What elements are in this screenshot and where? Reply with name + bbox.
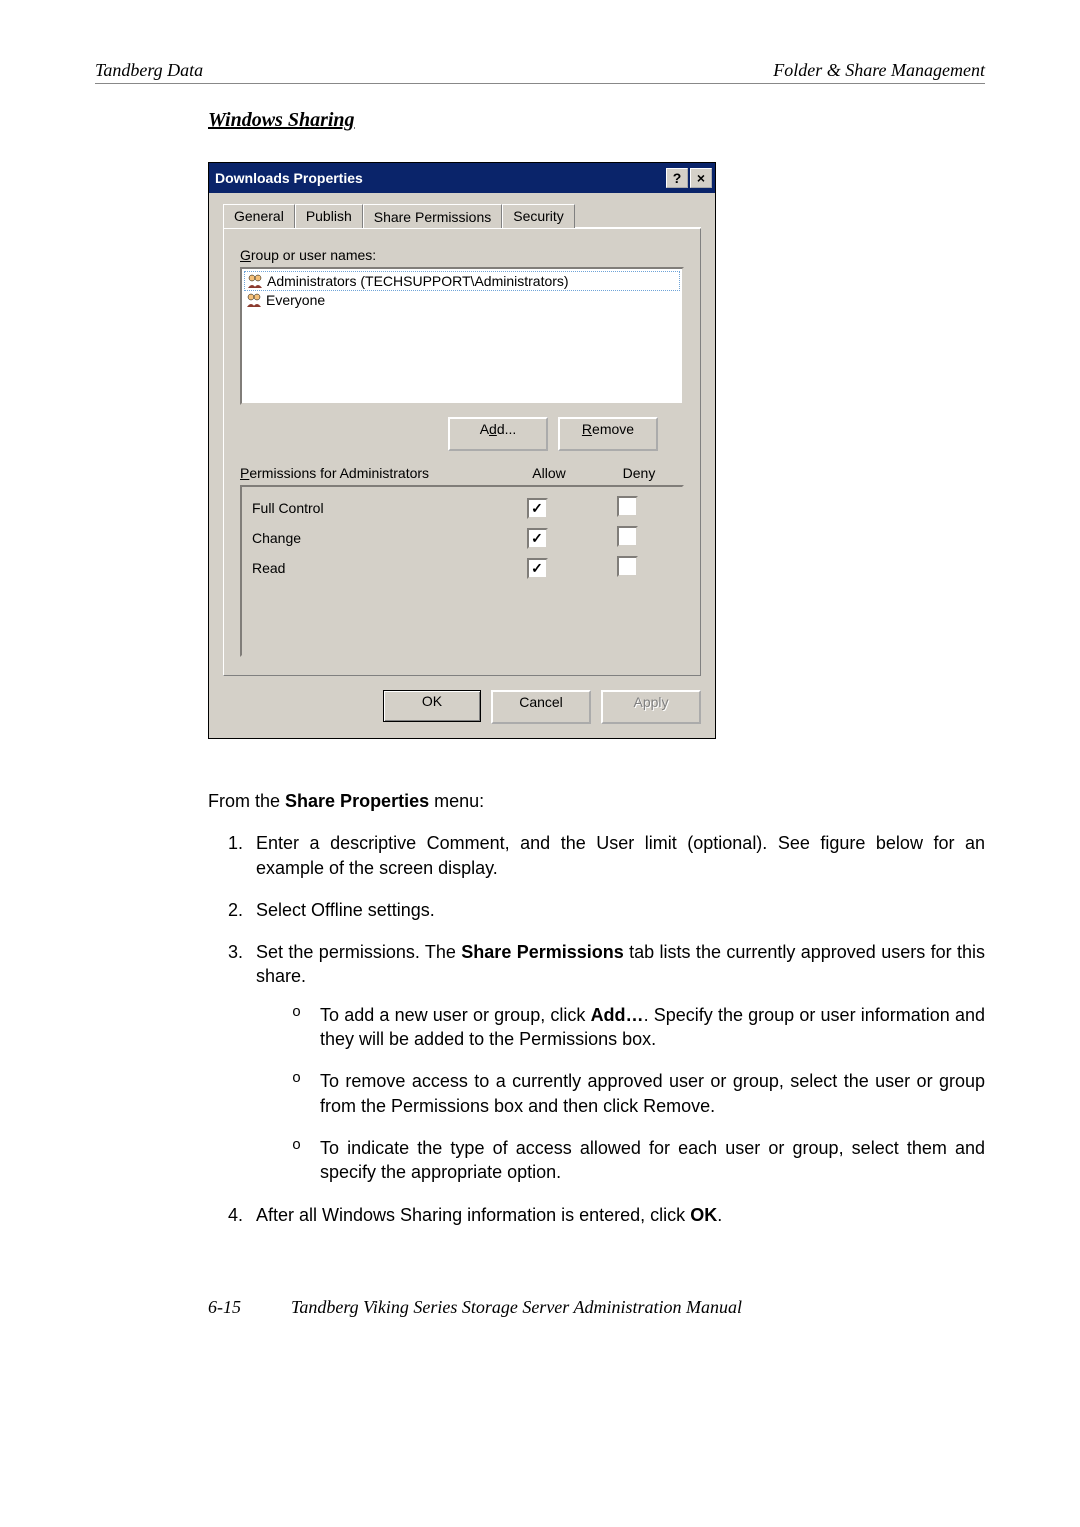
btn-text: emove [592,421,634,437]
text-bold: Add… [591,1005,644,1025]
perm-row-read: Read ✓ [246,553,678,583]
users-icon [247,273,263,289]
remove-button[interactable]: Remove [558,417,658,451]
text: menu: [429,791,484,811]
list-item: To remove access to a currently approved… [292,1069,985,1118]
text: From the [208,791,285,811]
permissions-header: Permissions for Administrators Allow Den… [240,465,684,481]
cancel-button[interactable]: Cancel [491,690,591,724]
list-item: To indicate the type of access allowed f… [292,1136,985,1185]
list-item: To add a new user or group, click Add…. … [292,1003,985,1052]
section-title: Windows Sharing [208,109,985,132]
close-icon[interactable]: × [690,168,712,188]
users-icon [246,292,262,308]
text: Set the permissions. The [256,942,461,962]
text: . [717,1205,722,1225]
allow-change-checkbox[interactable]: ✓ [527,528,548,549]
perm-header-mnemonic: P [240,465,249,481]
ok-button[interactable]: OK [383,690,481,722]
col-allow: Allow [504,465,594,481]
btn-mnemonic: R [582,421,592,437]
permissions-box: Full Control ✓ Change ✓ Read ✓ [240,485,684,657]
group-user-listbox[interactable]: Administrators (TECHSUPPORT\Administrato… [240,267,684,405]
text-bold: OK [690,1205,717,1225]
dialog-title: Downloads Properties [215,170,363,186]
group-or-user-label: Group or user names: [240,247,684,263]
apply-button: Apply [601,690,701,724]
header-divider [95,83,985,84]
user-item-label: Administrators (TECHSUPPORT\Administrato… [267,273,569,289]
text-bold: Share Permissions [461,942,623,962]
perm-name: Full Control [252,500,492,516]
deny-change-checkbox[interactable] [617,526,638,547]
list-item: Select Offline settings. [248,898,985,922]
tab-general[interactable]: General [223,204,295,228]
document-body: From the Share Properties menu: Enter a … [208,789,985,1227]
deny-read-checkbox[interactable] [617,556,638,577]
add-button[interactable]: Add... [448,417,548,451]
user-item-label: Everyone [266,292,325,308]
header-left: Tandberg Data [95,60,203,81]
deny-full-checkbox[interactable] [617,496,638,517]
header-right: Folder & Share Management [773,60,985,81]
page-footer: 6-15 Tandberg Viking Series Storage Serv… [208,1297,985,1318]
list-item: Set the permissions. The Share Permissio… [248,940,985,1184]
downloads-properties-dialog: Downloads Properties ? × General Publish… [208,162,716,739]
tab-strip: General Publish Share Permissions Securi… [223,203,701,228]
group-label-mnemonic: G [240,247,251,263]
intro-line: From the Share Properties menu: [208,789,985,813]
list-item: After all Windows Sharing information is… [248,1203,985,1227]
perm-name: Change [252,530,492,546]
dialog-titlebar: Downloads Properties ? × [209,163,715,193]
footer-title: Tandberg Viking Series Storage Server Ad… [291,1297,742,1318]
page-number: 6-15 [208,1297,241,1318]
allow-read-checkbox[interactable]: ✓ [527,558,548,579]
tab-panel: Group or user names: Administrators (TEC… [223,228,701,676]
btn-mnemonic: d [489,421,497,437]
btn-text: A [480,421,489,437]
ordered-list: Enter a descriptive Comment, and the Use… [208,831,985,1227]
list-item: Enter a descriptive Comment, and the Use… [248,831,985,880]
perm-row-change: Change ✓ [246,523,678,553]
text: To add a new user or group, click [320,1005,591,1025]
tab-share-permissions[interactable]: Share Permissions [363,204,503,228]
perm-header-text: ermissions for Administrators [249,465,429,481]
allow-full-checkbox[interactable]: ✓ [527,498,548,519]
sub-list: To add a new user or group, click Add…. … [256,1003,985,1185]
text: After all Windows Sharing information is… [256,1205,690,1225]
perm-name: Read [252,560,492,576]
btn-text: d... [497,421,516,437]
perm-row-full-control: Full Control ✓ [246,493,678,523]
col-deny: Deny [594,465,684,481]
text-bold: Share Properties [285,791,429,811]
user-item-administrators[interactable]: Administrators (TECHSUPPORT\Administrato… [244,271,680,291]
tab-security[interactable]: Security [502,204,575,228]
tab-publish[interactable]: Publish [295,204,363,228]
group-label-text: roup or user names: [251,247,376,263]
user-item-everyone[interactable]: Everyone [244,291,680,309]
help-icon[interactable]: ? [666,168,688,188]
